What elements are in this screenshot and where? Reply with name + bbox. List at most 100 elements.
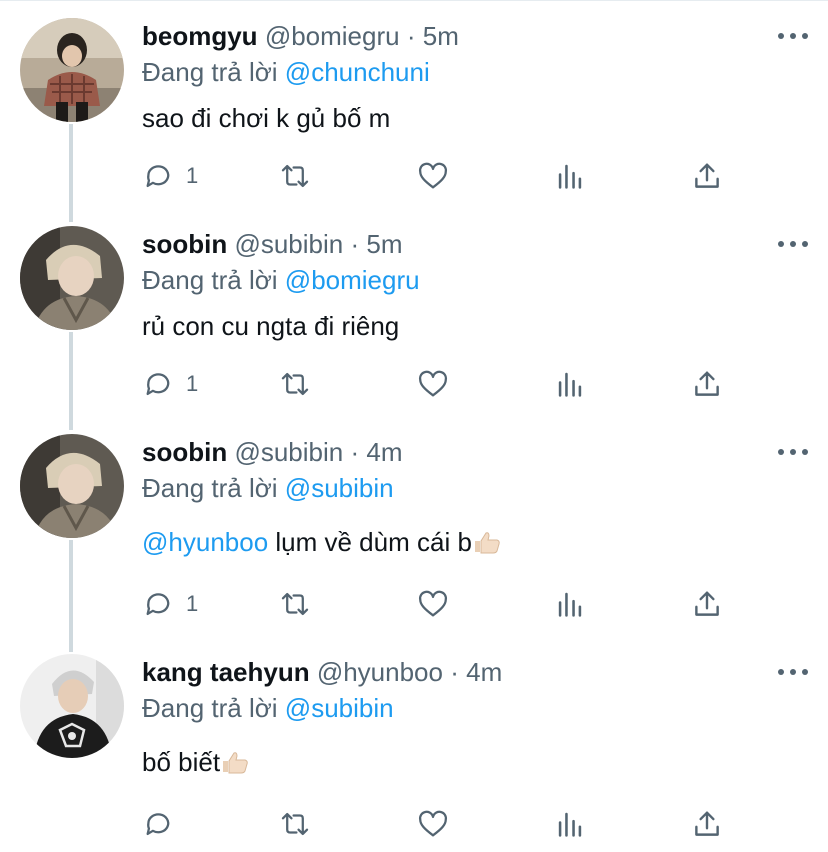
timestamp[interactable]: 5m (366, 229, 402, 259)
retweet-button[interactable] (278, 366, 312, 402)
tweet-header: soobin @subibin · 4m (142, 434, 808, 470)
like-button[interactable] (416, 366, 450, 402)
more-icon[interactable] (778, 654, 808, 690)
like-button[interactable] (416, 806, 450, 842)
like-button[interactable] (416, 586, 450, 622)
reply-count: 1 (186, 371, 199, 396)
replying-label: Đang trả lời (142, 265, 278, 295)
timestamp[interactable]: 4m (366, 437, 402, 467)
top-divider (0, 0, 828, 1)
tweet-header: beomgyu @bomiegru · 5m (142, 18, 808, 54)
replying-to: Đang trả lời @bomiegru (142, 262, 808, 298)
replying-to: Đang trả lời @chunchuni (142, 54, 808, 90)
share-button[interactable] (690, 158, 724, 194)
analytics-button[interactable] (553, 806, 587, 842)
avatar-taehyun-photo (20, 654, 124, 758)
share-icon (695, 591, 719, 616)
retweet-button[interactable] (278, 806, 312, 842)
text-mention[interactable]: @hyunboo (142, 527, 268, 557)
tweet-header: soobin @subibin · 5m (142, 226, 808, 262)
reply-count: 1 (186, 163, 199, 188)
separator-dot: · (350, 437, 360, 467)
heart-icon (418, 162, 448, 189)
replying-mention[interactable]: @bomiegru (285, 265, 420, 295)
share-icon (695, 811, 719, 836)
retweet-icon (281, 164, 309, 188)
replying-label: Đang trả lời (142, 57, 278, 87)
avatar[interactable] (20, 434, 124, 538)
replying-mention[interactable]: @subibin (285, 473, 394, 503)
avatar-soobin-photo (20, 226, 124, 330)
reply-icon (146, 813, 170, 836)
share-button[interactable] (690, 586, 724, 622)
retweet-icon (281, 592, 309, 616)
reply-icon (146, 165, 170, 188)
tweet-text: rủ con cu ngta đi riêng (142, 311, 400, 341)
retweet-button[interactable] (278, 586, 312, 622)
reply-button[interactable]: 1 (142, 158, 198, 194)
action-bar (142, 806, 742, 842)
timestamp[interactable]: 4m (466, 657, 502, 687)
user-handle[interactable]: @bomiegru (265, 21, 400, 51)
replying-mention[interactable]: @chunchuni (285, 57, 430, 87)
thumbs-up-emoji (223, 752, 248, 774)
separator-dot: · (406, 21, 416, 51)
analytics-icon (558, 592, 582, 617)
action-bar: 1 (142, 158, 742, 194)
tweet-text: @hyunboo lụm về dùm cái b (142, 524, 808, 560)
user-handle[interactable]: @subibin (234, 229, 343, 259)
tweet[interactable]: kang taehyun @hyunboo · 4m Đang trả lời … (0, 654, 828, 850)
avatar-beomgyu-photo (20, 18, 124, 122)
heart-icon (418, 810, 448, 837)
display-name[interactable]: soobin (142, 437, 227, 467)
like-button[interactable] (416, 158, 450, 194)
heart-icon (418, 590, 448, 617)
retweet-icon (281, 372, 309, 396)
tweet[interactable]: soobin @subibin · 5m Đang trả lời @bomie… (0, 226, 828, 416)
reply-count: 1 (186, 591, 199, 616)
thumbs-up-emoji (474, 532, 500, 554)
tweet-text: bố biết (142, 744, 808, 780)
analytics-button[interactable] (553, 158, 587, 194)
reply-button[interactable]: 1 (142, 366, 198, 402)
retweet-button[interactable] (278, 158, 312, 194)
text-body: bố biết (142, 747, 221, 777)
more-icon[interactable] (778, 434, 808, 470)
display-name[interactable]: beomgyu (142, 21, 258, 51)
reply-icon (146, 593, 170, 616)
analytics-button[interactable] (553, 586, 587, 622)
retweet-icon (281, 812, 309, 836)
avatar[interactable] (20, 226, 124, 330)
tweet[interactable]: beomgyu @bomiegru · 5m Đang trả lời @chu… (0, 18, 828, 208)
avatar[interactable] (20, 18, 124, 122)
user-handle[interactable]: @hyunboo (317, 657, 443, 687)
share-button[interactable] (690, 806, 724, 842)
tweet-header: kang taehyun @hyunboo · 4m (142, 654, 808, 690)
display-name[interactable]: soobin (142, 229, 227, 259)
timestamp[interactable]: 5m (423, 21, 459, 51)
avatar[interactable] (20, 654, 124, 758)
user-handle[interactable]: @subibin (234, 437, 343, 467)
more-icon[interactable] (778, 226, 808, 262)
analytics-icon (558, 164, 582, 189)
text-body: lụm về dùm cái b (268, 527, 472, 557)
avatar-soobin-photo (20, 434, 124, 538)
share-icon (695, 371, 719, 396)
replying-label: Đang trả lời (142, 693, 278, 723)
analytics-button[interactable] (553, 366, 587, 402)
reply-icon (146, 373, 170, 396)
share-button[interactable] (690, 366, 724, 402)
more-icon[interactable] (778, 18, 808, 54)
separator-dot: · (350, 229, 360, 259)
share-icon (695, 163, 719, 188)
reply-button[interactable] (142, 806, 186, 842)
reply-button[interactable]: 1 (142, 586, 198, 622)
tweet-text: sao đi chơi k gủ bố m (142, 103, 391, 133)
replying-to: Đang trả lời @subibin (142, 470, 808, 506)
tweet[interactable]: soobin @subibin · 4m Đang trả lời @subib… (0, 434, 828, 634)
analytics-icon (558, 372, 582, 397)
display-name[interactable]: kang taehyun (142, 657, 310, 687)
replying-to: Đang trả lời @subibin (142, 690, 808, 726)
action-bar: 1 (142, 366, 742, 402)
replying-mention[interactable]: @subibin (285, 693, 394, 723)
